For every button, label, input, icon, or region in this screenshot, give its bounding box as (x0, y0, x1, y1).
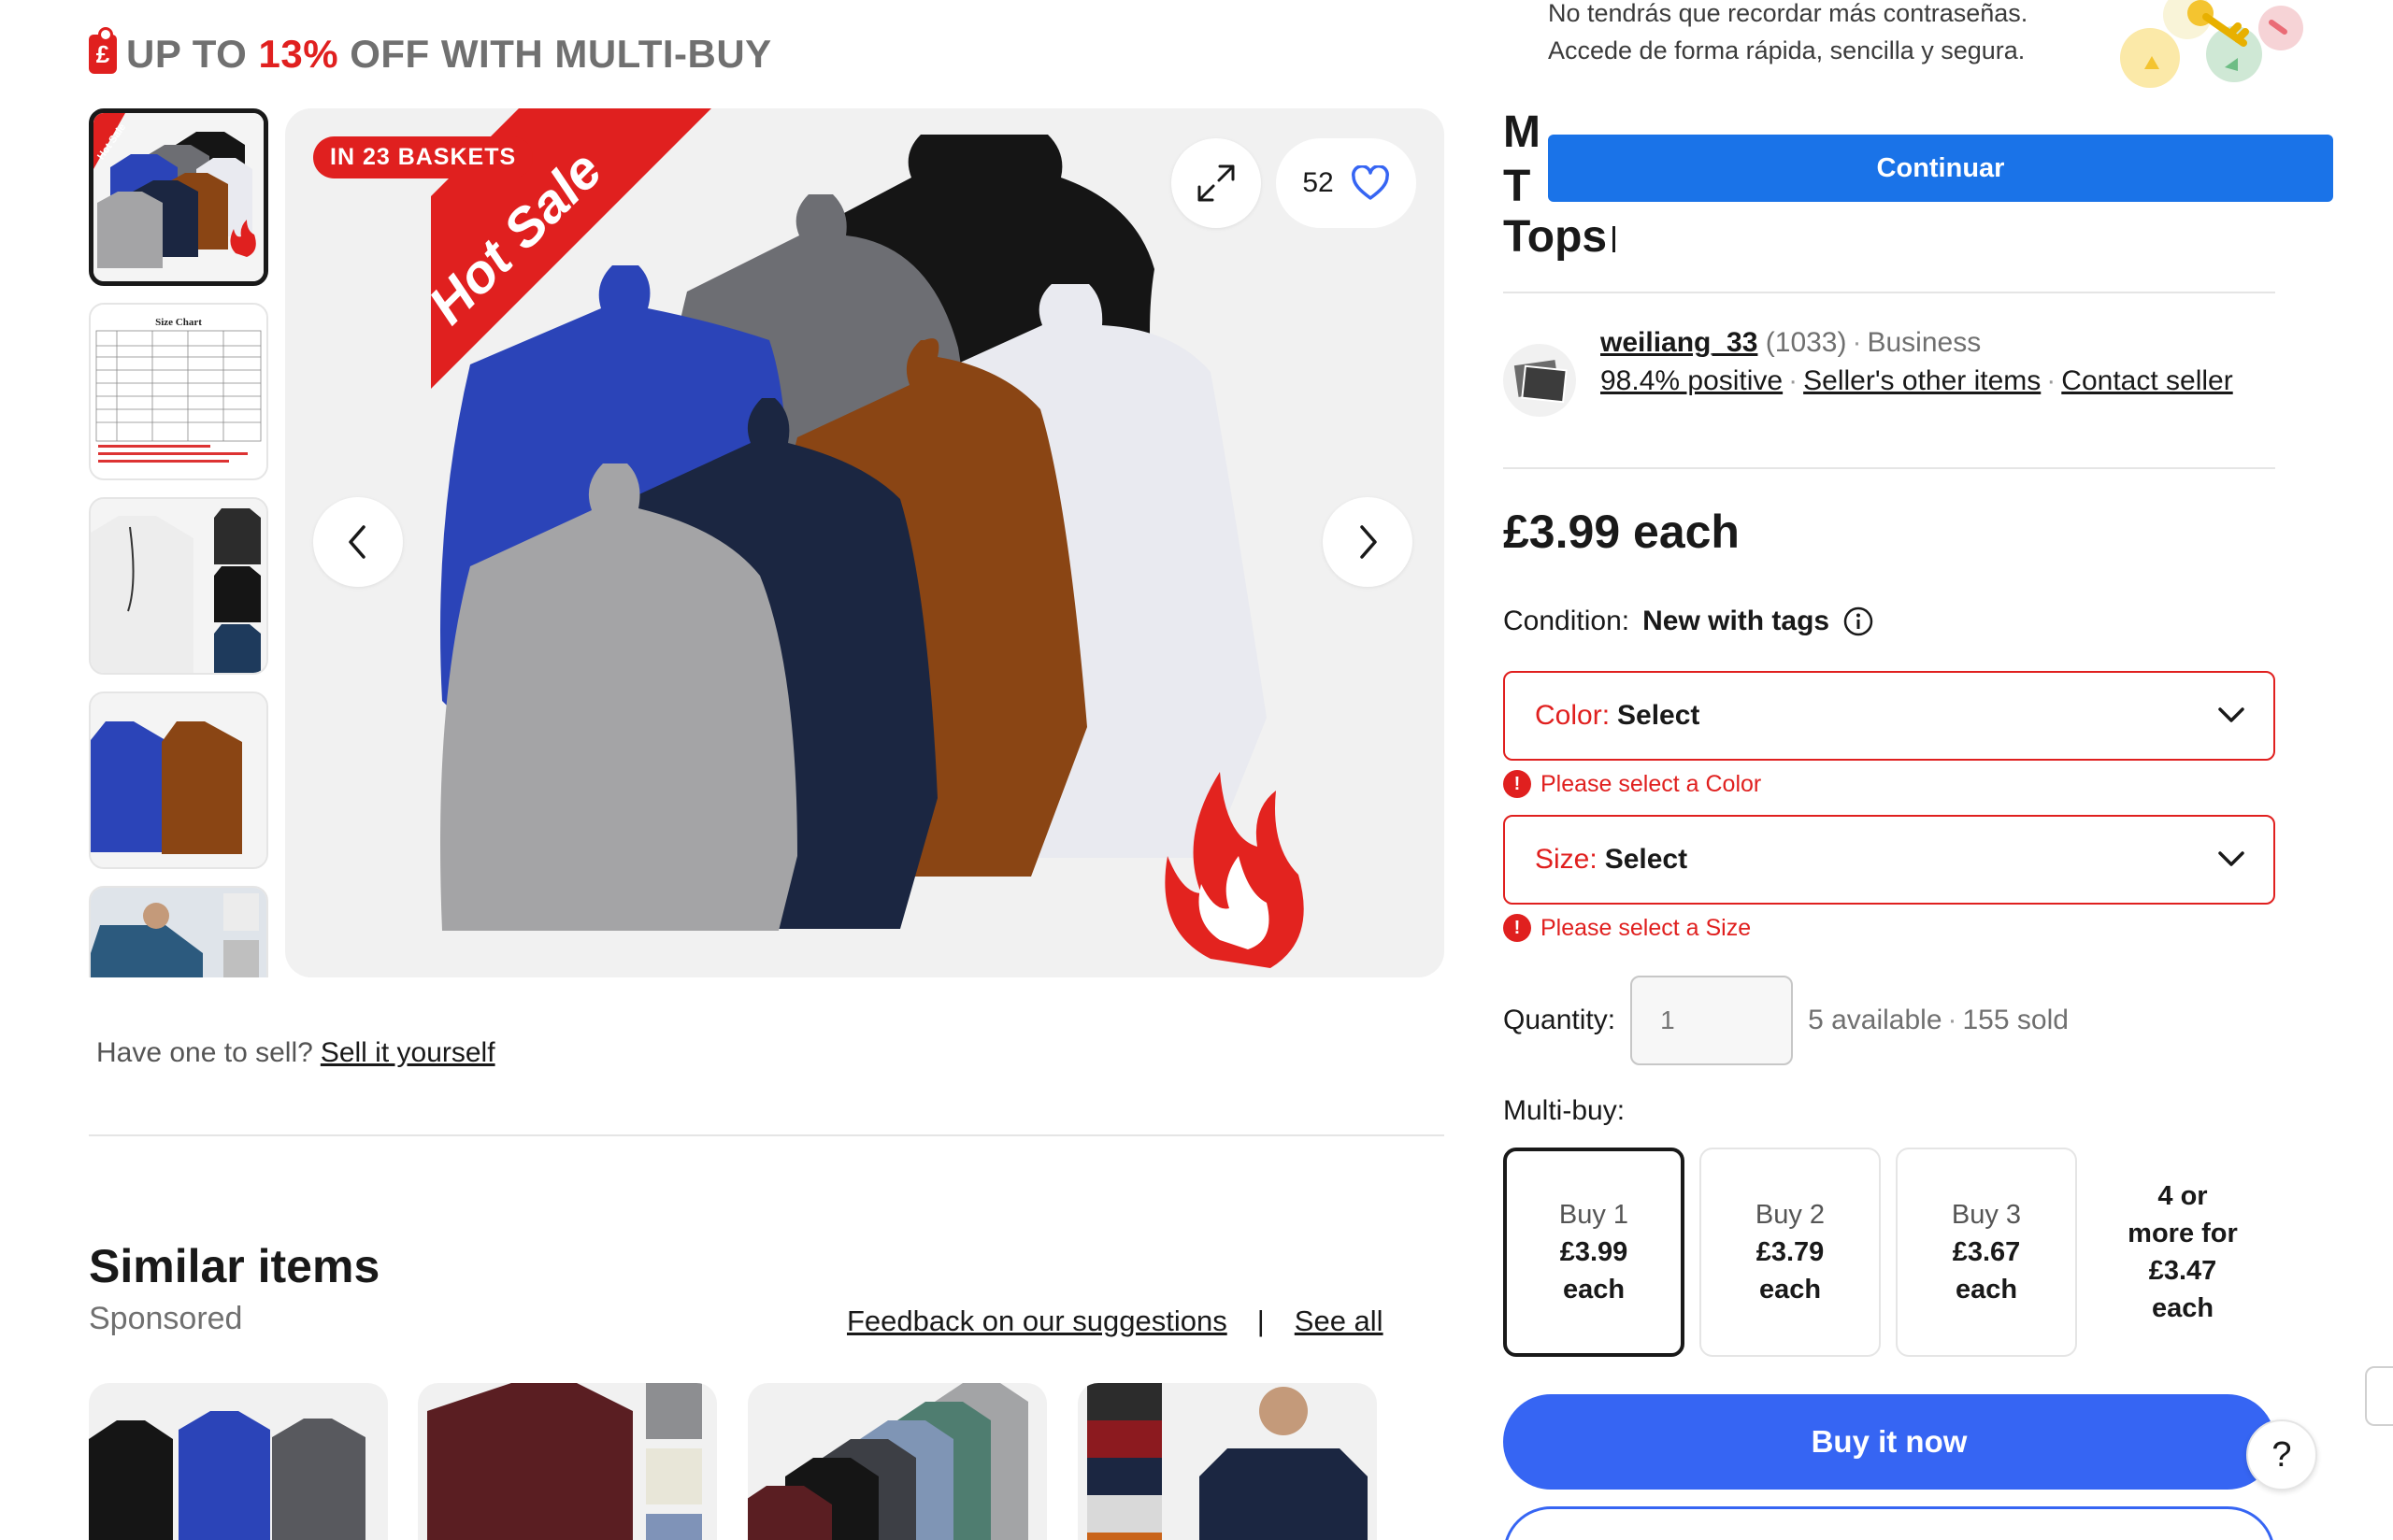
color-error-text: Please select a Color (1540, 770, 1762, 797)
size-select-value: Select (1604, 844, 1688, 875)
size-select[interactable]: Size: Select (1503, 815, 2275, 905)
help-button[interactable]: ? (2246, 1419, 2317, 1490)
chevron-right-icon (1360, 525, 1377, 559)
text-cursor (1612, 226, 1616, 253)
passkey-message: No tendrás que recordar más contraseñas.… (1548, 0, 2028, 64)
seller-info: weiliang_33 (1033) · Business 98.4% positi… (1600, 327, 2233, 396)
similar-item-image (427, 1383, 702, 1540)
thumbnail-size-chart[interactable]: Size Chart (89, 303, 268, 480)
link-separator: | (1256, 1305, 1265, 1337)
multi-buy-option-4[interactable]: 4 or more for £3.47 each (2092, 1148, 2273, 1357)
listing-title-fragment: T (1503, 162, 1531, 211)
similar-item-card[interactable] (748, 1383, 1047, 1540)
item-price: £3.99 each (1503, 506, 1740, 558)
thumbnail-4[interactable] (89, 692, 268, 869)
next-image-button[interactable] (1323, 497, 1412, 587)
price-tag-icon: £ (89, 27, 117, 74)
add-to-basket-button[interactable] (1503, 1506, 2275, 1540)
thumbnail-strip: Hot Sale Size Chart (89, 108, 270, 977)
thumbnail-5[interactable] (89, 886, 268, 977)
section-divider (1503, 292, 2275, 293)
similar-item-image (89, 1411, 365, 1540)
multi-buy-option-1[interactable]: Buy 1 £3.99 each (1503, 1148, 1684, 1357)
promo-percent: 13% (258, 32, 339, 76)
size-error: ! Please select a Size (1503, 914, 1751, 942)
chevron-down-icon (2218, 851, 2244, 866)
similar-items-links: Feedback on our suggestions | See all (847, 1305, 1383, 1338)
size-chart-title: Size Chart (155, 317, 202, 328)
seller-store-icon (1513, 360, 1568, 404)
similar-item-card[interactable] (89, 1383, 388, 1540)
similar-items-heading: Similar items (89, 1240, 380, 1292)
main-image-gallery[interactable]: Hot Sale IN 23 BASKETS 52 (285, 108, 1444, 977)
chevron-left-icon (349, 525, 365, 559)
previous-image-button[interactable] (313, 497, 403, 587)
seller-name-link[interactable]: weiliang_33 (1600, 327, 1757, 358)
sell-it-yourself-prompt: Have one to sell? Sell it yourself (96, 1037, 495, 1069)
sell-question: Have one to sell? (96, 1037, 313, 1068)
multi-buy-label: Multi-buy: (1503, 1095, 1626, 1126)
color-error: ! Please select a Color (1503, 770, 1761, 798)
similar-item-image (748, 1383, 1028, 1540)
error-icon: ! (1503, 914, 1531, 942)
condition-value: New with tags (1642, 606, 1830, 636)
see-all-link[interactable]: See all (1295, 1305, 1383, 1338)
buy-it-now-button[interactable]: Buy it now (1503, 1394, 2275, 1490)
quantity-label: Quantity: (1503, 1005, 1616, 1035)
watchers-count: 52 (1302, 167, 1334, 198)
multi-buy-option-3[interactable]: Buy 3 £3.67 each (1896, 1148, 2077, 1357)
thumbnail-3[interactable] (89, 497, 268, 675)
thumbnail-1[interactable]: Hot Sale (89, 108, 268, 286)
heart-icon (1351, 165, 1389, 200)
expand-button[interactable] (1171, 138, 1261, 228)
section-divider (1503, 467, 2275, 469)
multi-buy-option-2[interactable]: Buy 2 £3.79 each (1699, 1148, 1881, 1357)
quantity-row: Quantity: 5 available·155 sold (1503, 976, 2069, 1065)
quantity-input[interactable] (1630, 976, 1794, 1065)
side-panel-handle[interactable] (2365, 1366, 2393, 1426)
baskets-badge: IN 23 BASKETS (313, 136, 534, 178)
contact-seller-link[interactable]: Contact seller (2061, 365, 2232, 396)
color-select-value: Select (1617, 700, 1700, 731)
passkey-continue-button[interactable]: Continuar (1548, 135, 2333, 202)
seller-feedback-count: (1033) (1765, 327, 1847, 358)
sell-it-yourself-link[interactable]: Sell it yourself (321, 1037, 495, 1068)
info-icon[interactable] (1842, 606, 1874, 637)
similar-item-image (1087, 1383, 1368, 1540)
promo-text: UP TO 13% OFF WITH MULTI-BUY (126, 32, 772, 76)
section-divider (89, 1134, 1444, 1136)
quantity-availability: 5 available · 155 sold (1808, 1005, 2069, 1035)
multi-buy-promo: £ UP TO 13% OFF WITH MULTI-BUY (89, 27, 772, 77)
listing-title-fragment: M (1503, 107, 1540, 157)
similar-item-card[interactable] (1078, 1383, 1377, 1540)
similar-item-card[interactable] (418, 1383, 717, 1540)
seller-avatar[interactable] (1503, 344, 1576, 417)
chevron-down-icon (2218, 707, 2244, 722)
sponsored-label: Sponsored (89, 1301, 243, 1336)
expand-icon (1197, 164, 1235, 202)
size-error-text: Please select a Size (1540, 914, 1752, 941)
color-select[interactable]: Color: Select (1503, 671, 2275, 761)
seller-positive-link[interactable]: 98.4% positive (1600, 365, 1783, 396)
condition-label: Condition: (1503, 606, 1630, 636)
error-icon: ! (1503, 770, 1531, 798)
item-condition: Condition: New with tags (1503, 606, 1874, 637)
feedback-suggestions-link[interactable]: Feedback on our suggestions (847, 1305, 1227, 1338)
seller-other-items-link[interactable]: Seller's other items (1803, 365, 2041, 396)
seller-type: Business (1867, 327, 1982, 358)
watch-button[interactable]: 52 (1276, 138, 1416, 228)
product-image: Hot Sale (417, 108, 1304, 968)
size-select-label: Size: (1535, 844, 1598, 875)
passkey-key-icon (2120, 0, 2303, 88)
listing-title-fragment: Tops (1503, 211, 1616, 263)
color-select-label: Color: (1535, 700, 1611, 731)
